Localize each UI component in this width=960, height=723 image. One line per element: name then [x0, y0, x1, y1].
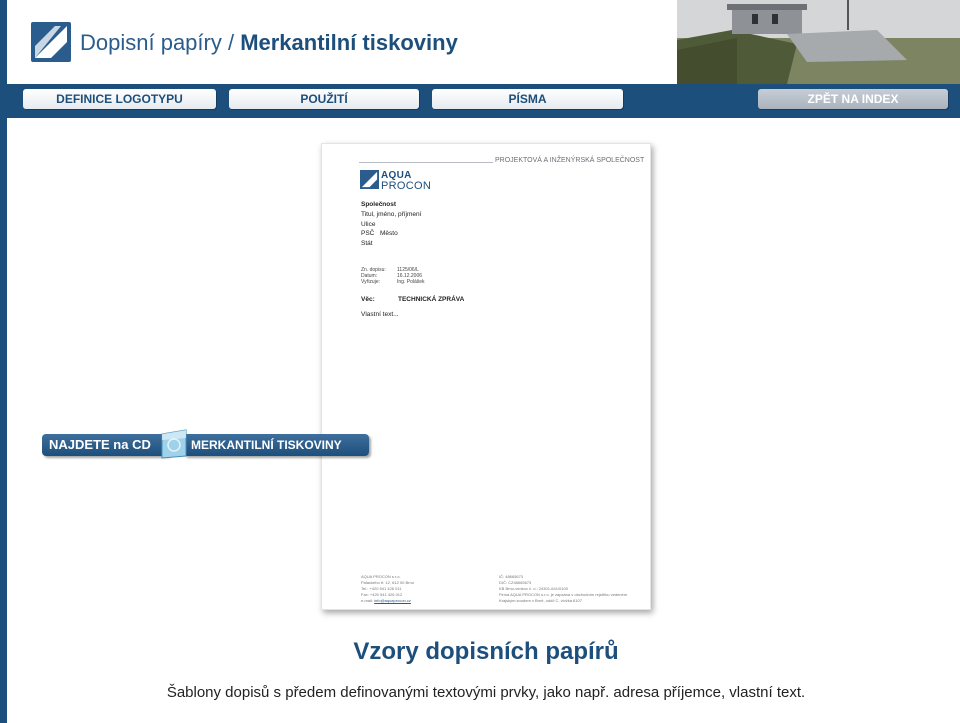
- main-subheading: Šablony dopisů s předem definovanými tex…: [166, 684, 806, 701]
- footer-right-line: Firma AQUA PROCON s.r.o. je zapsána v ob…: [499, 592, 628, 597]
- nav-pisma[interactable]: PÍSMA: [432, 89, 623, 109]
- building-photo-illustration: [677, 0, 960, 84]
- letter-body-text: Vlastní text...: [361, 311, 399, 318]
- nav-definice-logotypu[interactable]: DEFINICE LOGOTYPU: [23, 89, 216, 109]
- recipient-street: Ulice: [361, 221, 376, 228]
- subject-label: Věc:: [361, 296, 375, 303]
- footer-left-line: Tel.: +420 541 426 011: [361, 586, 402, 591]
- main-heading: Vzory dopisních papírů: [353, 638, 619, 665]
- recipient-state: Stát: [361, 240, 373, 247]
- footer-right-line: Krajským soudem v Brně, oddíl C, vložka …: [499, 598, 582, 603]
- recipient-city: Město: [380, 230, 398, 237]
- footer-left-line: Fax: +420 541 426 012: [361, 592, 403, 597]
- cd-banner-label[interactable]: NAJDETE na CD: [42, 434, 170, 456]
- page-title-bold: Merkantilní tiskoviny: [240, 30, 458, 55]
- aqua-procon-logo-icon: [31, 22, 71, 62]
- left-accent-bar: [0, 110, 7, 723]
- letterhead-logo-icon: [360, 170, 379, 189]
- meta-value: Ing. Polášek: [397, 279, 425, 285]
- recipient-name: Titul, jméno, příjmení: [361, 211, 422, 218]
- footer-email-line: e-mail: info@aquaprocon.cz: [361, 598, 411, 603]
- footer-left-line: AQUA PROCON s.r.o.: [361, 574, 401, 579]
- cd-banner-target[interactable]: MERKANTILNÍ TISKOVINY: [183, 434, 369, 456]
- page-title: Dopisní papíry / Merkantilní tiskoviny: [80, 30, 458, 56]
- subject-value: TECHNICKÁ ZPRÁVA: [398, 296, 465, 303]
- page-title-prefix: Dopisní papíry /: [80, 30, 241, 55]
- letterhead-logo-procon: PROCON: [381, 180, 432, 192]
- footer-email-label: e-mail:: [361, 598, 375, 603]
- letterhead-tagline: PROJEKTOVÁ A INŽENÝRSKÁ SPOLEČNOST: [493, 157, 645, 164]
- footer-left-line: Palackého tř. 12, 612 00 Brno: [361, 580, 414, 585]
- nav-pouziti[interactable]: POUŽITÍ: [229, 89, 419, 109]
- header-photo: [677, 0, 960, 84]
- meta-label: Vyřizuje:: [361, 279, 380, 285]
- footer-right-line: IČ: 48665673: [499, 574, 524, 579]
- recipient-company: Společnost: [361, 201, 397, 208]
- recipient-psc: PSČ: [361, 230, 375, 237]
- cd-case-icon: [161, 429, 187, 459]
- footer-right-line: DIČ: CZ48665673: [499, 580, 532, 585]
- nav-back-to-index[interactable]: ZPĚT NA INDEX: [758, 89, 948, 109]
- footer-right-line: KB Brno-venkov č. ú.: 24301-641/0100: [499, 586, 568, 591]
- footer-email-link[interactable]: info@aquaprocon.cz: [374, 598, 411, 603]
